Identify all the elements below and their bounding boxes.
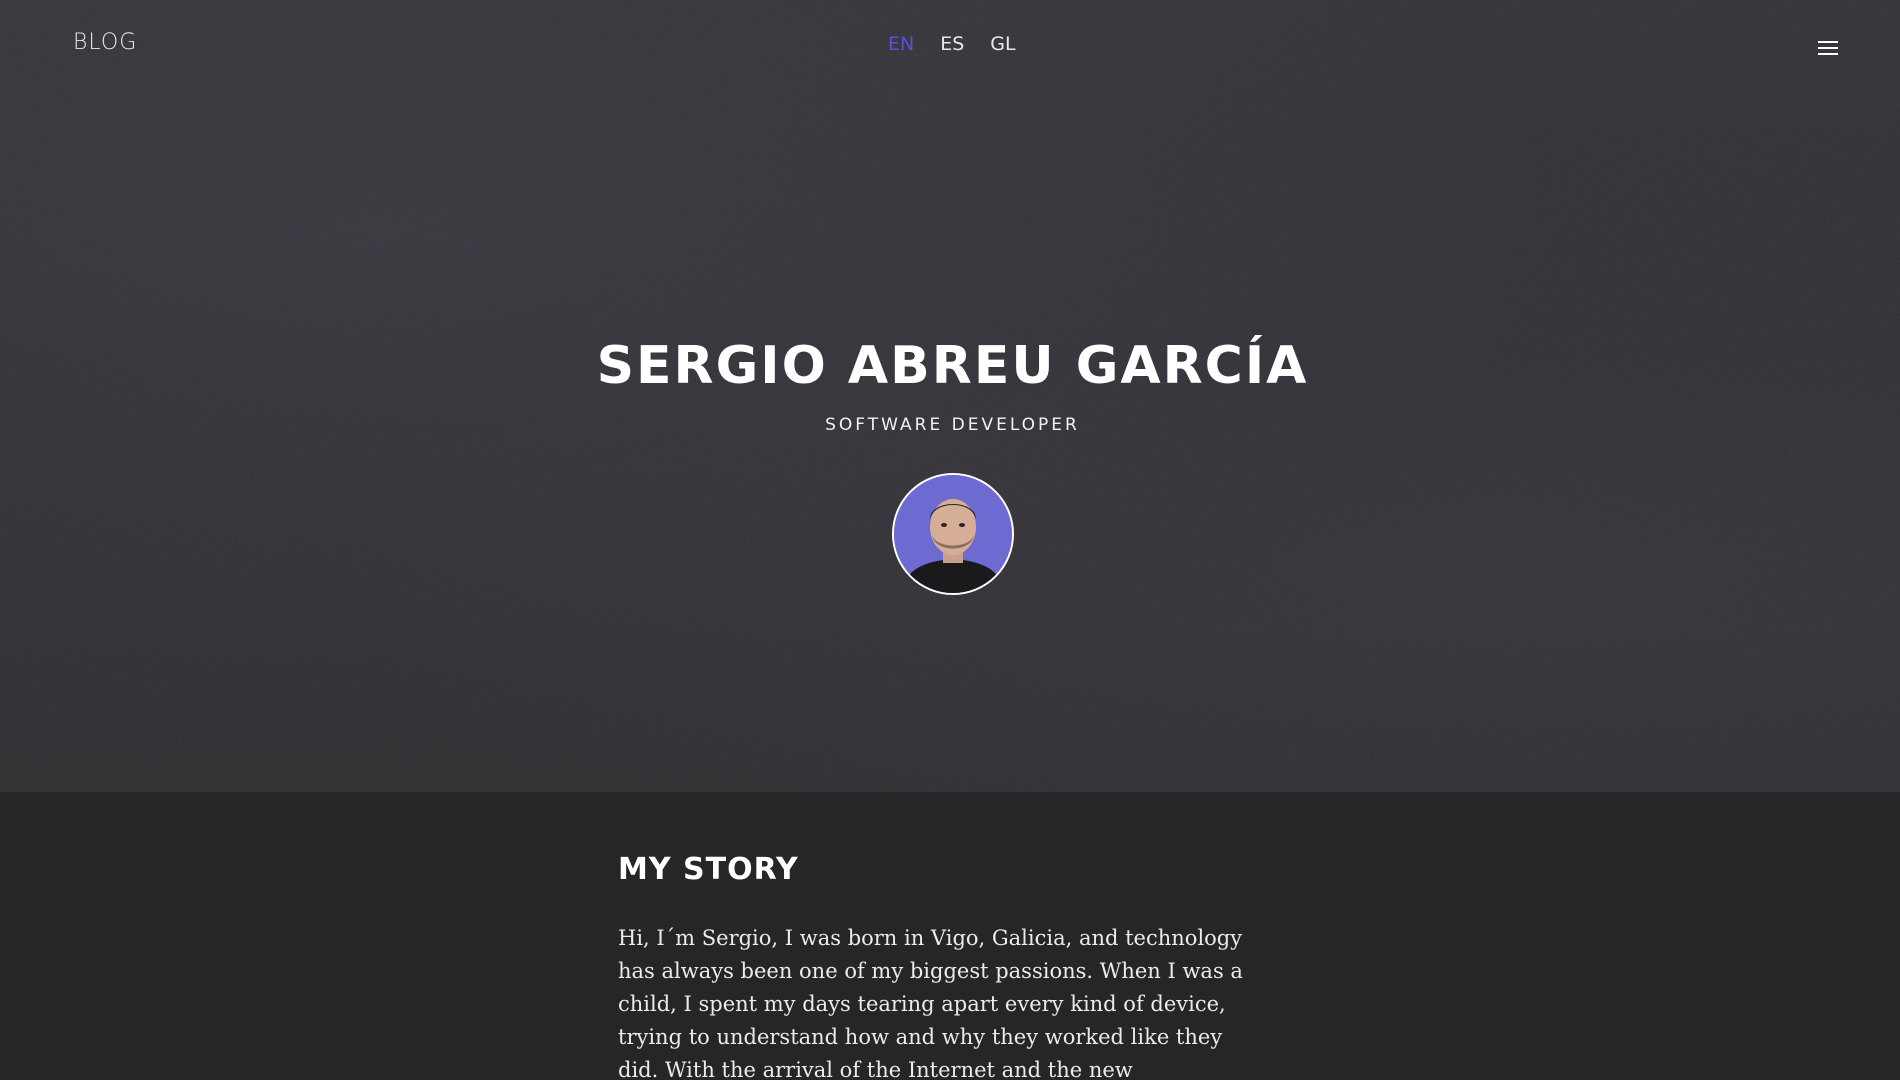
hero-section: BLOG EN ES GL SERGIO ABREU GARCÍA SOFTWA… bbox=[0, 0, 1900, 792]
menu-line bbox=[1818, 47, 1838, 49]
avatar-portrait-image bbox=[894, 475, 1012, 593]
avatar bbox=[892, 473, 1014, 595]
hero-background-texture bbox=[0, 0, 1900, 792]
hero-title: SERGIO ABREU GARCÍA bbox=[596, 336, 1309, 396]
story-paragraph: Hi, I´m Sergio, I was born in Vigo, Gali… bbox=[618, 926, 1243, 1080]
blog-link[interactable]: BLOG bbox=[73, 30, 137, 55]
menu-line bbox=[1818, 53, 1838, 55]
language-option-gl[interactable]: GL bbox=[990, 33, 1015, 55]
story-section: MY STORY Hi, I´m Sergio, I was born in V… bbox=[0, 792, 1900, 1080]
language-option-en[interactable]: EN bbox=[888, 33, 914, 55]
language-option-es[interactable]: ES bbox=[940, 33, 964, 55]
menu-line bbox=[1818, 41, 1838, 43]
hamburger-menu-icon[interactable] bbox=[1818, 41, 1838, 55]
section-title: MY STORY bbox=[618, 852, 799, 887]
hero-subtitle: SOFTWARE DEVELOPER bbox=[825, 415, 1080, 435]
language-switcher: EN ES GL bbox=[888, 33, 1016, 55]
